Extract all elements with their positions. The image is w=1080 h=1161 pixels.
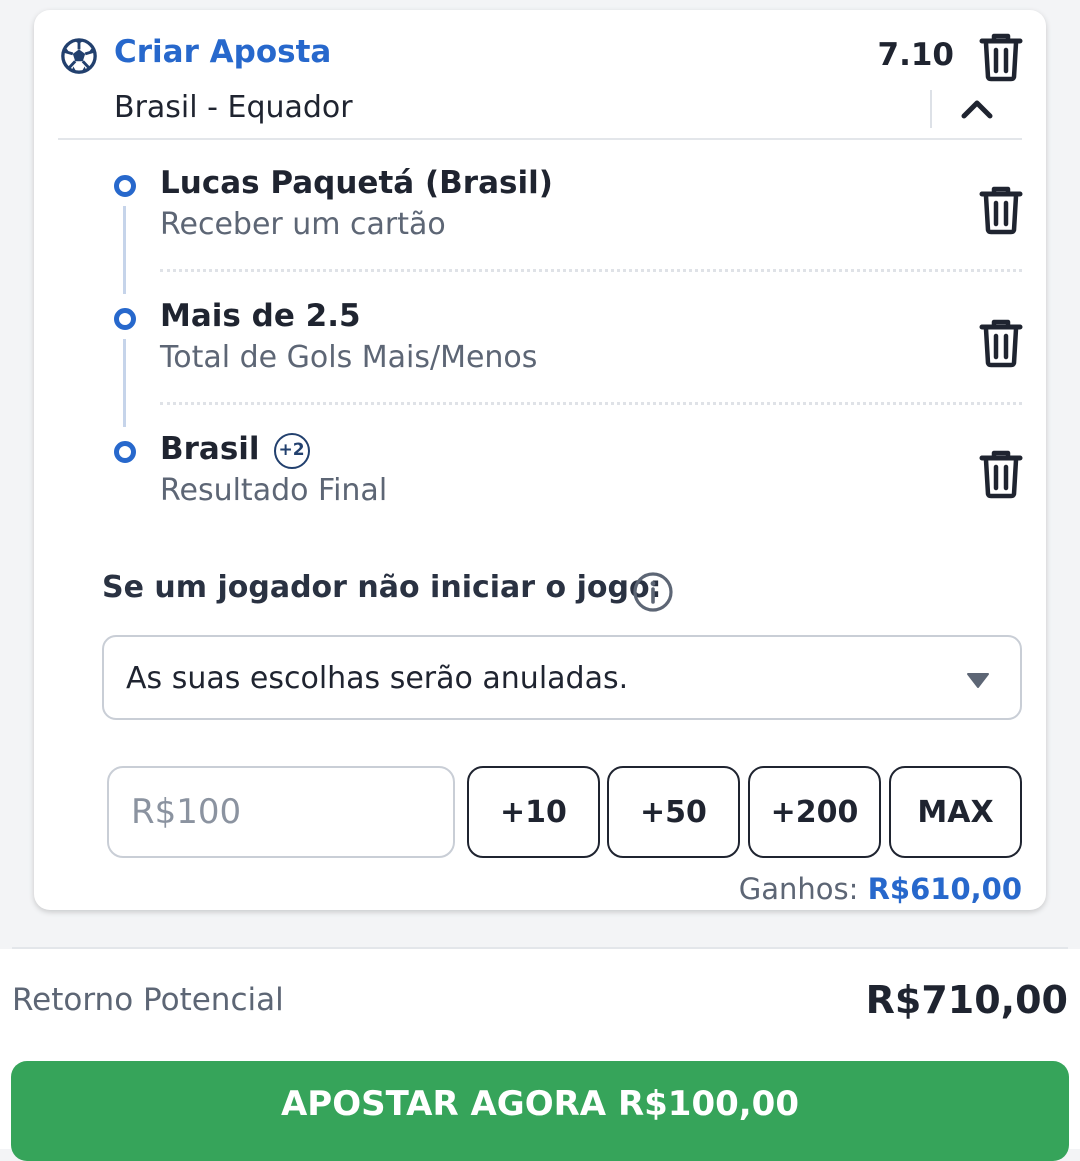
gains-label: Ganhos: — [738, 872, 859, 906]
more-selections-badge[interactable]: +2 — [273, 432, 310, 469]
max-stake-button[interactable]: MAX — [889, 766, 1022, 858]
quick-stake-50-button[interactable]: +50 — [607, 766, 740, 858]
gains-summary: Ganhos: R$610,00 — [739, 872, 1022, 906]
divider — [58, 138, 1022, 140]
selection-market: Total de Gols Mais/Menos — [160, 340, 538, 375]
remove-selection-button[interactable] — [978, 449, 1024, 499]
caret-down-icon — [967, 673, 989, 688]
bet-builder-card: Criar Aposta 7.10 Brasil - Equador Lucas… — [34, 10, 1046, 910]
selection-market: Resultado Final — [160, 473, 388, 508]
trash-icon — [979, 450, 1023, 499]
chevron-up-icon[interactable] — [960, 94, 994, 124]
quick-stake-200-button[interactable]: +200 — [748, 766, 881, 858]
selection-dot — [114, 308, 136, 330]
player-rule-label: Se um jogador não iniciar o jogo: — [102, 570, 662, 605]
player-rule-select[interactable]: As suas escolhas serão anuladas. — [102, 635, 1022, 720]
selection-item: Lucas Paquetá (Brasil) Receber um cartão — [34, 165, 1046, 285]
bet-builder-header: Criar Aposta 7.10 Brasil - Equador — [34, 10, 1046, 140]
connector-line — [123, 339, 126, 427]
info-icon[interactable] — [632, 571, 674, 613]
selection-title: Brasil +2 — [160, 431, 310, 469]
remove-selection-button[interactable] — [978, 185, 1024, 235]
divider — [930, 90, 932, 128]
total-odds: 7.10 — [877, 37, 955, 73]
selection-dot — [114, 441, 136, 463]
trash-icon — [979, 33, 1023, 82]
gains-value: R$610,00 — [867, 872, 1022, 906]
place-bet-button[interactable]: APOSTAR AGORA R$100,00 — [11, 1061, 1069, 1161]
selection-dot — [114, 175, 136, 197]
connector-line — [123, 206, 126, 294]
remove-selection-button[interactable] — [978, 318, 1024, 368]
stake-input[interactable] — [107, 766, 455, 858]
trash-icon — [979, 186, 1023, 235]
potential-return-label: Retorno Potencial — [12, 982, 284, 1018]
selection-title: Mais de 2.5 — [160, 298, 361, 334]
divider — [160, 269, 1022, 272]
divider — [160, 402, 1022, 405]
selection-title-text: Brasil — [160, 431, 260, 467]
trash-icon — [979, 319, 1023, 368]
page-title: Criar Aposta — [114, 34, 332, 70]
delete-all-button[interactable] — [978, 32, 1024, 82]
selection-market: Receber um cartão — [160, 207, 446, 242]
soccer-ball-icon — [61, 38, 97, 74]
quick-stake-10-button[interactable]: +10 — [467, 766, 600, 858]
selection-title: Lucas Paquetá (Brasil) — [160, 165, 553, 201]
selection-item: Brasil +2 Resultado Final — [34, 431, 1046, 551]
potential-return-value: R$710,00 — [865, 978, 1068, 1022]
match-name: Brasil - Equador — [114, 90, 353, 125]
player-rule-selected: As suas escolhas serão anuladas. — [126, 661, 629, 696]
selection-item: Mais de 2.5 Total de Gols Mais/Menos — [34, 298, 1046, 418]
